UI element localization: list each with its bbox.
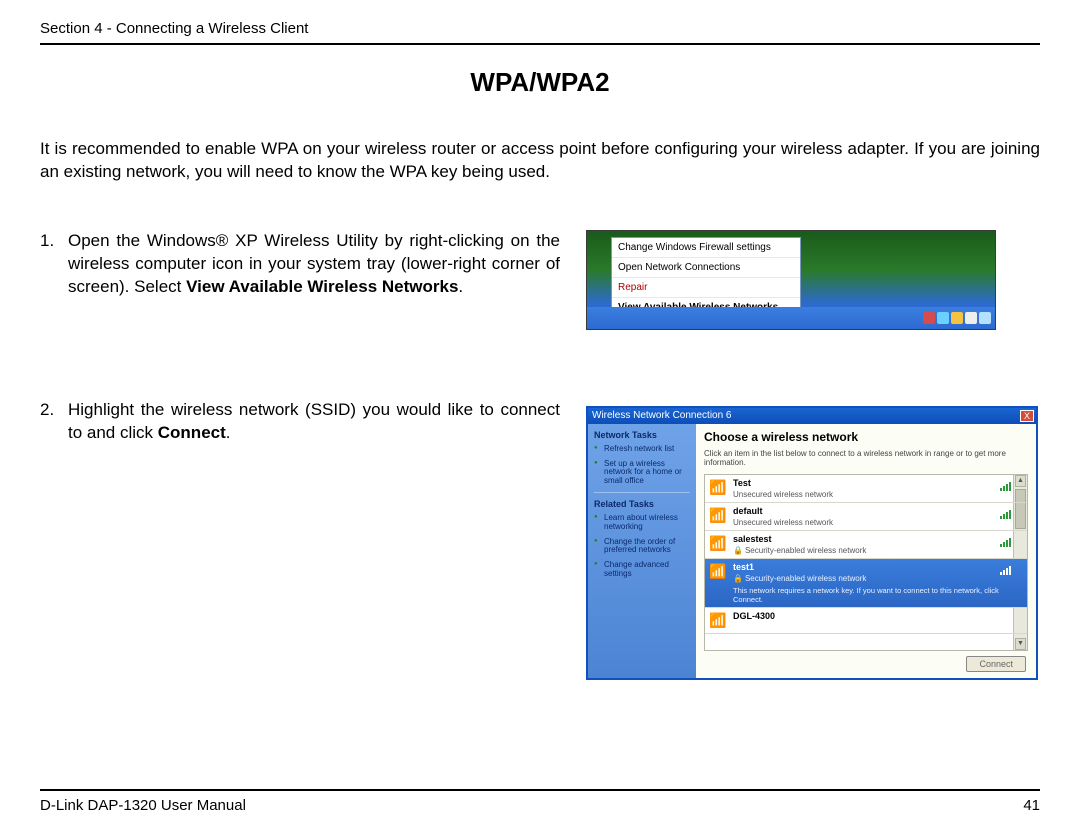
sidebar-link[interactable]: Learn about wireless networking	[604, 514, 690, 532]
sidebar-link[interactable]: Change the order of preferred networks	[604, 538, 690, 556]
step-text: Highlight the wireless network (SSID) yo…	[68, 399, 560, 445]
page-title: WPA/WPA2	[40, 67, 1040, 98]
button-row: Connect	[704, 651, 1028, 672]
page-header: Section 4 - Connecting a Wireless Client	[40, 20, 1040, 45]
menu-item[interactable]: Repair	[612, 278, 800, 298]
figure-context-menu: Change Windows Firewall settings Open Ne…	[586, 230, 996, 330]
content-columns: 1. Open the Windows® XP Wireless Utility…	[40, 230, 1040, 680]
sidebar-section: Related Tasks	[594, 499, 690, 509]
dialog-titlebar[interactable]: Wireless Network Connection 6 X	[588, 408, 1036, 424]
network-item-selected[interactable]: 📶 test1 🔒Security-enabled wireless netwo…	[705, 559, 1027, 608]
footer-left: D-Link DAP-1320 User Manual	[40, 797, 246, 814]
dialog-sidebar: Network Tasks Refresh network list Set u…	[588, 424, 696, 678]
dialog-body: Network Tasks Refresh network list Set u…	[588, 424, 1036, 678]
sidebar-section: Network Tasks	[594, 430, 690, 440]
divider	[594, 492, 690, 493]
lock-icon: 🔒	[733, 574, 743, 583]
signal-icon	[1000, 481, 1011, 491]
main-heading: Choose a wireless network	[704, 430, 1028, 444]
sidebar-link[interactable]: Set up a wireless network for a home or …	[604, 460, 690, 486]
tray-context-menu: Change Windows Firewall settings Open Ne…	[611, 237, 801, 318]
network-item[interactable]: 📶 DGL-4300	[705, 608, 1027, 634]
intro-paragraph: It is recommended to enable WPA on your …	[40, 138, 1040, 184]
menu-item[interactable]: Change Windows Firewall settings	[612, 238, 800, 258]
tray-icon[interactable]	[923, 312, 935, 324]
figure-wireless-dialog: Wireless Network Connection 6 X Network …	[586, 406, 1038, 680]
dialog-main: Choose a wireless network Click an item …	[696, 424, 1036, 678]
scroll-down-icon[interactable]: ▼	[1015, 638, 1026, 650]
sidebar-link[interactable]: Refresh network list	[604, 445, 690, 454]
tray-icon[interactable]	[965, 312, 977, 324]
dialog-title: Wireless Network Connection 6	[592, 410, 732, 421]
steps-column: 1. Open the Windows® XP Wireless Utility…	[40, 230, 560, 680]
sidebar-link[interactable]: Change advanced settings	[604, 561, 690, 579]
signal-icon	[1000, 509, 1011, 519]
antenna-icon: 📶	[709, 563, 726, 580]
signal-icon	[1000, 565, 1011, 575]
network-item[interactable]: 📶 salestest 🔒Security-enabled wireless n…	[705, 531, 1027, 559]
step-1: 1. Open the Windows® XP Wireless Utility…	[40, 230, 560, 299]
step-2: 2. Highlight the wireless network (SSID)…	[40, 399, 560, 445]
step-text: Open the Windows® XP Wireless Utility by…	[68, 230, 560, 299]
network-item[interactable]: 📶 default Unsecured wireless network	[705, 503, 1027, 531]
network-item[interactable]: 📶 Test Unsecured wireless network	[705, 475, 1027, 503]
signal-icon	[1000, 537, 1011, 547]
lock-icon: 🔒	[733, 546, 743, 555]
menu-item[interactable]: Open Network Connections	[612, 258, 800, 278]
step-number: 2.	[40, 399, 68, 445]
figures-column: Change Windows Firewall settings Open Ne…	[586, 230, 1040, 680]
main-subtext: Click an item in the list below to conne…	[704, 449, 1028, 468]
antenna-icon: 📶	[709, 507, 726, 524]
tray-icon[interactable]	[937, 312, 949, 324]
step-number: 1.	[40, 230, 68, 299]
antenna-icon: 📶	[709, 535, 726, 552]
tray-icon[interactable]	[951, 312, 963, 324]
antenna-icon: 📶	[709, 612, 726, 629]
network-list: ▲ ▼ 📶 Test Unsecured wireless network 📶	[704, 474, 1028, 651]
antenna-icon: 📶	[709, 479, 726, 496]
section-label: Section 4 - Connecting a Wireless Client	[40, 20, 308, 37]
page-footer: D-Link DAP-1320 User Manual 41	[40, 789, 1040, 814]
footer-page-number: 41	[1023, 797, 1040, 814]
tray-icon[interactable]	[979, 312, 991, 324]
taskbar	[587, 307, 995, 329]
close-icon[interactable]: X	[1020, 410, 1034, 422]
connect-button[interactable]: Connect	[966, 656, 1026, 672]
